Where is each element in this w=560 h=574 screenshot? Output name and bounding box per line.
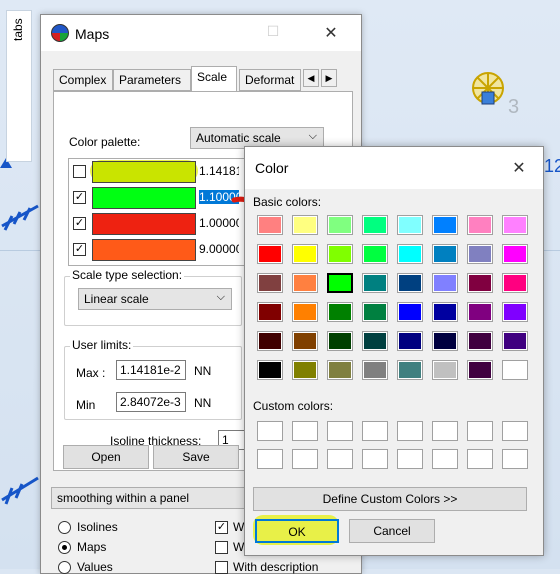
custom-colors-grid — [245, 147, 545, 477]
custom-color-swatch[interactable] — [327, 449, 353, 469]
option-checkbox-label: W — [233, 540, 245, 554]
custom-color-swatch[interactable] — [467, 449, 493, 469]
custom-color-swatch[interactable] — [362, 449, 388, 469]
scale-mode-value: Automatic scale — [196, 131, 281, 145]
palette-row-checkbox[interactable]: ✓ — [73, 217, 86, 230]
custom-color-swatch[interactable] — [362, 421, 388, 441]
custom-color-swatch[interactable] — [432, 421, 458, 441]
cancel-button[interactable]: Cancel — [349, 519, 435, 543]
isolines-radio[interactable] — [58, 521, 71, 534]
maps-app-icon — [51, 24, 69, 42]
palette-value: 9.00000 — [199, 242, 239, 256]
support-gizmo-icon — [470, 70, 510, 110]
maps-title: Maps — [75, 26, 110, 42]
maps-radio-label: Maps — [77, 540, 107, 554]
chevron-down-icon: ⌵ — [308, 130, 317, 142]
custom-color-swatch[interactable] — [257, 421, 283, 441]
custom-color-swatch[interactable] — [432, 449, 458, 469]
define-custom-colors-button[interactable]: Define Custom Colors >> — [253, 487, 527, 511]
custom-color-swatch[interactable] — [502, 449, 528, 469]
tab-parameters[interactable]: Parameters — [113, 69, 191, 91]
maps-titlebar[interactable]: Maps ☐ ✕ — [41, 15, 361, 51]
close-icon[interactable]: ✕ — [319, 23, 343, 43]
smoothing-select[interactable]: smoothing within a panel — [51, 487, 251, 509]
tab-scroll-right-icon[interactable]: ▶ — [321, 69, 337, 87]
viewport-blue-markers-lower — [0, 470, 40, 510]
maps-radio[interactable] — [58, 541, 71, 554]
palette-row-checkbox[interactable]: ✓ — [73, 191, 86, 204]
custom-color-swatch[interactable] — [467, 421, 493, 441]
scale-type-value: Linear scale — [84, 292, 149, 306]
color-dialog: Color ✕ Basic colors: Custom colors: Def… — [244, 146, 544, 556]
palette-swatch[interactable] — [92, 213, 196, 235]
ok-button[interactable]: OK — [255, 519, 339, 543]
min-unit: NN — [194, 396, 212, 410]
custom-color-swatch[interactable] — [502, 421, 528, 441]
open-button[interactable]: Open — [63, 445, 149, 469]
save-button[interactable]: Save — [153, 445, 239, 469]
min-input[interactable]: 2.84072e-3 — [116, 392, 186, 412]
values-radio-label: Values — [77, 560, 113, 574]
max-label: Max : — [76, 366, 106, 380]
user-limits-label: User limits: — [70, 338, 134, 352]
node-label-blue: 12 — [544, 156, 560, 176]
node-label: 3 — [508, 96, 520, 118]
option-checkbox-label: W — [233, 520, 245, 534]
chevron-down-icon: ⌵ — [216, 291, 225, 303]
max-input[interactable]: 1.14181e-2 — [116, 360, 186, 380]
palette-swatch[interactable] — [92, 187, 196, 209]
color-palette-label: Color palette: — [69, 135, 141, 149]
custom-color-swatch[interactable] — [397, 421, 423, 441]
palette-swatch[interactable] — [92, 239, 196, 261]
tab-deformation[interactable]: Deformat — [239, 69, 301, 91]
min-label: Min — [76, 398, 96, 412]
with-description-checkbox[interactable] — [215, 561, 228, 574]
with-description-label: With description — [233, 560, 319, 574]
tab-scale[interactable]: Scale — [191, 66, 237, 92]
side-tab-panel[interactable]: tabs — [6, 10, 32, 162]
max-unit: NN — [194, 364, 212, 378]
values-radio[interactable] — [58, 561, 71, 574]
maximize-icon[interactable]: ☐ — [261, 23, 285, 43]
custom-color-swatch[interactable] — [327, 421, 353, 441]
custom-color-swatch[interactable] — [397, 449, 423, 469]
palette-swatch[interactable] — [92, 161, 196, 183]
custom-color-swatch[interactable] — [292, 421, 318, 441]
custom-color-swatch[interactable] — [292, 449, 318, 469]
palette-row-checkbox[interactable]: ✓ — [73, 243, 86, 256]
scale-type-select[interactable]: Linear scale ⌵ — [78, 288, 232, 310]
tab-scroll-left-icon[interactable]: ◀ — [303, 69, 319, 87]
tab-complex[interactable]: Complex — [53, 69, 113, 91]
custom-color-swatch[interactable] — [257, 449, 283, 469]
option-checkbox[interactable] — [215, 541, 228, 554]
palette-row-checkbox[interactable] — [73, 165, 86, 178]
isolines-radio-label: Isolines — [77, 520, 118, 534]
option-checkbox[interactable]: ✓ — [215, 521, 228, 534]
side-tab-label: tabs — [11, 18, 25, 41]
scale-type-label: Scale type selection: — [70, 268, 185, 282]
palette-value: 1.14181 — [199, 164, 239, 178]
viewport-blue-markers — [0, 196, 40, 236]
